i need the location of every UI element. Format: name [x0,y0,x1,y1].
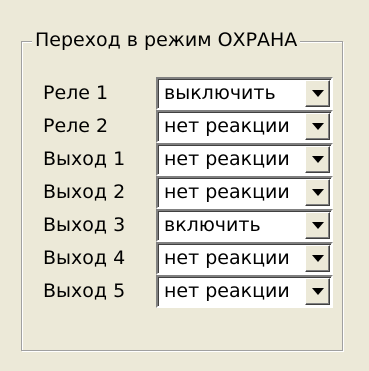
output-5-select[interactable]: нет реакции [156,275,333,308]
row-relay-2: Реле 2 нет реакции [0,110,369,143]
output-3-dropdown-button[interactable] [305,212,330,239]
output-5-label: Выход 5 [43,280,126,302]
relay-1-select[interactable]: выключить [156,77,333,110]
row-relay-1: Реле 1 выключить [0,77,369,110]
output-4-label: Выход 4 [43,247,126,269]
chevron-down-icon [312,222,324,229]
row-output-5: Выход 5 нет реакции [0,275,369,308]
chevron-down-icon [312,288,324,295]
relay-2-dropdown-button[interactable] [305,113,330,140]
chevron-down-icon [312,156,324,163]
row-output-4: Выход 4 нет реакции [0,242,369,275]
row-output-2: Выход 2 нет реакции [0,176,369,209]
relay-2-label: Реле 2 [43,115,109,137]
chevron-down-icon [312,189,324,196]
relay-2-value: нет реакции [164,115,290,137]
relay-1-dropdown-button[interactable] [305,80,330,107]
output-2-select[interactable]: нет реакции [156,176,333,209]
relay-2-select[interactable]: нет реакции [156,110,333,143]
output-4-value: нет реакции [164,247,290,269]
chevron-down-icon [312,90,324,97]
output-1-label: Выход 1 [43,148,126,170]
output-2-value: нет реакции [164,181,290,203]
chevron-down-icon [312,255,324,262]
output-3-select[interactable]: включить [156,209,333,242]
row-output-1: Выход 1 нет реакции [0,143,369,176]
relay-1-value: выключить [164,82,276,104]
output-2-label: Выход 2 [43,181,126,203]
output-4-select[interactable]: нет реакции [156,242,333,275]
output-5-value: нет реакции [164,280,290,302]
chevron-down-icon [312,123,324,130]
groupbox-title: Переход в режим ОХРАНА [32,26,301,54]
output-1-dropdown-button[interactable] [305,146,330,173]
relay-1-label: Реле 1 [43,82,109,104]
output-4-dropdown-button[interactable] [305,245,330,272]
output-5-dropdown-button[interactable] [305,278,330,305]
output-1-select[interactable]: нет реакции [156,143,333,176]
output-2-dropdown-button[interactable] [305,179,330,206]
output-3-value: включить [164,214,261,236]
output-3-label: Выход 3 [43,214,126,236]
output-1-value: нет реакции [164,148,290,170]
row-output-3: Выход 3 включить [0,209,369,242]
